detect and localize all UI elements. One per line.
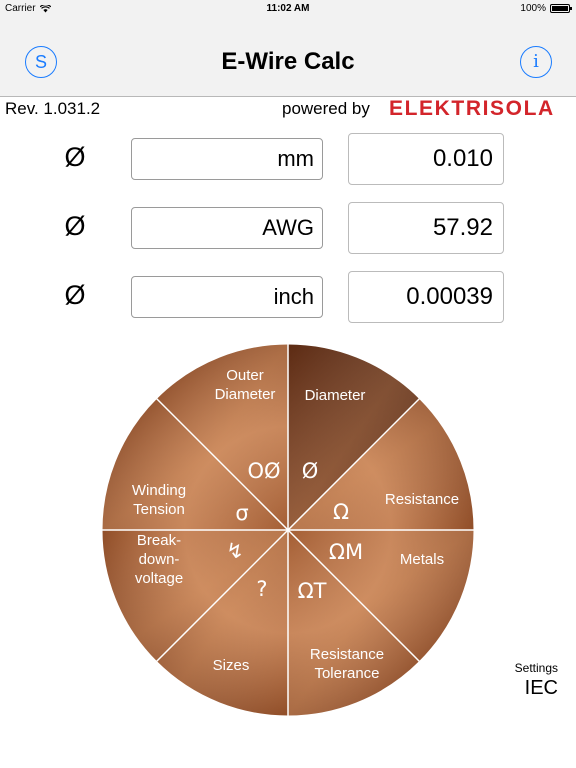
unit-select-awg[interactable]: AWG [131,207,323,249]
diameter-icon: Ø [64,280,86,310]
wheel-segment-label: Diameter [305,387,366,404]
wheel-segment-label: Break-down-voltage [135,532,183,587]
unit-select-inch[interactable]: inch [131,276,323,318]
diameter-icon: Ø [64,211,86,241]
value-input-inch[interactable]: 0.00039 [348,271,504,323]
page-title: E-Wire Calc [221,48,355,75]
wheel-segment-label-line: voltage [135,570,183,587]
wheel-segment-symbol: OØ [247,459,280,483]
battery-icon [550,4,572,13]
value-input-mm[interactable]: 0.010 [348,133,504,185]
wheel-segment-label-line: Tension [133,501,185,518]
function-wheel: Diameter Ø Resistance Ω Metals ΩM Resistance To… [101,343,475,717]
wheel-segment-symbol: Ω [333,500,349,524]
navigation-bar: S E-Wire Calc i [0,18,576,97]
wheel-segment-label-line: Diameter [305,387,366,404]
wheel-segment-symbol: ? [256,577,267,601]
wheel-segment-label: Resistance [385,491,459,508]
wheel-segment-label-line: Metals [400,551,444,568]
wheel-segment-label-line: Sizes [213,657,250,674]
clock: 11:02 AM [266,3,310,14]
status-right: 100% [520,3,572,14]
diameter-icon: Ø [64,142,86,172]
powered-by-label: powered by [282,99,370,118]
wheel-segment-label-line: Tolerance [314,665,379,682]
settings-label[interactable]: Settings [515,661,558,675]
wheel-segment-label: Metals [400,551,444,568]
wheel-segment-symbol: Ø [302,459,319,483]
value-input-awg[interactable]: 57.92 [348,202,504,254]
battery-percent: 100% [520,3,546,14]
wheel-segment-symbol: ↯ [226,539,244,563]
elektrisola-logo: ELEKTRISOLA [389,97,555,120]
info-button[interactable]: i [520,46,552,78]
wheel-segment-symbol: ΩT [298,579,327,603]
status-bar: Carrier 11:02 AM 100% [0,0,576,18]
wheel-segment-label-line: down- [139,551,180,568]
wheel-segment-label-line: Winding [132,482,186,499]
settings-standard-value[interactable]: IEC [525,677,558,700]
wheel-segment-label-line: Resistance [385,491,459,508]
wheel-segment-label-line: Resistance [310,646,384,663]
revision-label: Rev. 1.031.2 [5,99,101,118]
wheel-segment-symbol: ΩM [329,540,363,564]
wheel-segment-label: Sizes [213,657,250,674]
wheel-segment-label-line: Break- [137,532,181,549]
unit-select-mm[interactable]: mm [131,138,323,180]
wheel-segment-label-line: Diameter [215,386,276,403]
wheel-segment-symbol: σ [235,501,248,525]
wheel-segment-label-line: Outer [226,367,264,384]
